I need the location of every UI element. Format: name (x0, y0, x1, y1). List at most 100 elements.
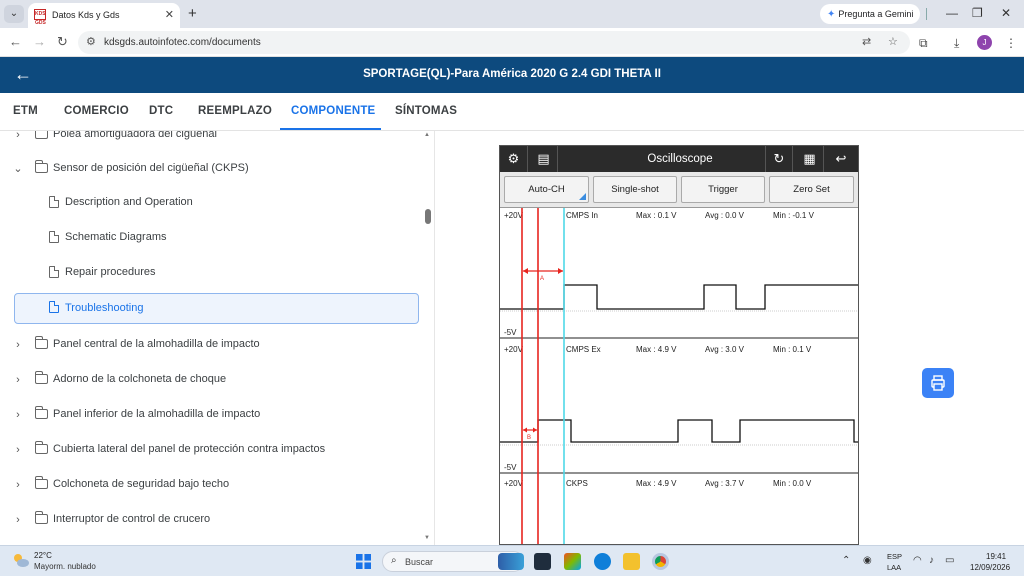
component-tree: › Polea amortiguadora del cigüeñal ⌄ Sen… (0, 131, 434, 545)
ch1-bottom-label: -5V (504, 328, 517, 337)
refresh-icon: ↻ (765, 146, 793, 172)
tree-scrollbar-thumb[interactable] (425, 209, 431, 224)
ch3-avg: Avg : 3.7 V (705, 479, 745, 488)
tree-item-label: Colchoneta de seguridad bajo techo (53, 478, 230, 490)
download-icon[interactable]: ⤓ (954, 35, 959, 51)
edge-icon[interactable] (594, 553, 611, 570)
ch2-waveform (500, 419, 858, 443)
tree-item-label: Troubleshooting (65, 302, 144, 314)
windows-start-icon[interactable] (356, 554, 371, 569)
oscilloscope-button-row: Auto-CH Single-shot Trigger Zero Set (500, 172, 858, 208)
wifi-icon[interactable]: ◠ (913, 555, 922, 567)
channel-3-panel: +20V CKPS Max : 4.9 V Avg : 3.7 V Min : … (504, 479, 812, 488)
tab-componente[interactable]: COMPONENTE (291, 105, 375, 117)
close-window-icon[interactable]: ✕ (1001, 5, 1011, 21)
minimize-icon[interactable]: — (946, 5, 958, 21)
gear-icon: ⚙ (500, 146, 528, 172)
search-icon: ⌕ (391, 555, 397, 566)
clock-time[interactable]: 19:41 (986, 552, 1006, 561)
folder-icon (34, 160, 48, 173)
url-text[interactable]: kdsgds.autoinfotec.com/documents (104, 37, 261, 48)
chevron-up-icon[interactable]: ⌃ (842, 555, 850, 567)
scroll-down-arrow-icon[interactable]: ▼ (424, 535, 430, 541)
restore-icon[interactable]: ❐ (972, 5, 983, 21)
tree-item[interactable]: › Adorno de la colchoneta de choque (0, 365, 430, 395)
folder-icon (34, 406, 48, 419)
partly-cloudy-icon (14, 554, 29, 567)
tree-item[interactable]: › Cubierta lateral del panel de protecci… (0, 435, 430, 465)
volume-icon[interactable]: ♪ (929, 555, 934, 567)
search-highlight-icon[interactable] (498, 553, 524, 570)
trigger-button: Trigger (681, 176, 765, 203)
taskbar-search-placeholder: Buscar (405, 557, 434, 567)
gemini-button[interactable]: ✦ Pregunta a Gemini (820, 4, 921, 24)
extensions-icon[interactable]: ⧉ (919, 35, 928, 51)
print-button[interactable] (922, 368, 954, 398)
tab-etm[interactable]: ETM (13, 105, 38, 117)
tree-item-label: Panel inferior de la almohadilla de impa… (53, 408, 261, 420)
weather-condition: Mayorm. nublado (34, 562, 96, 571)
browser-tab[interactable]: KDS GDS Datos Kds y Gds ✕ (28, 3, 180, 28)
copilot-icon[interactable] (564, 553, 581, 570)
auto-ch-button: Auto-CH (504, 176, 589, 203)
oscilloscope-figure: ⚙ ▤ Oscilloscope ↻ ▦ ↩ Auto-CH Single-sh… (499, 145, 859, 545)
tree-item[interactable]: › Colchoneta de seguridad bajo techo (0, 470, 430, 500)
menu-dots-icon[interactable]: ⋮ (1005, 35, 1017, 51)
chevron-right-icon[interactable]: › (12, 408, 24, 422)
tab-reemplazo[interactable]: REEMPLAZO (198, 105, 272, 117)
chevron-right-icon[interactable]: › (12, 373, 24, 387)
chevron-down-icon[interactable]: ⌄ (12, 162, 24, 176)
tree-item[interactable]: › Interruptor de control de crucero (0, 505, 430, 535)
gemini-spark-icon: ✦ (827, 9, 836, 20)
chevron-right-icon[interactable]: › (12, 338, 24, 352)
site-info-icon[interactable]: ⚙ (86, 35, 96, 48)
clock-date[interactable]: 12/09/2026 (970, 563, 1010, 572)
tree-item[interactable]: › Polea amortiguadora del cigüeñal (0, 131, 430, 150)
tree-item-selected[interactable]: Troubleshooting (0, 292, 430, 324)
ch2-name: CMPS Ex (566, 345, 601, 354)
forward-icon[interactable]: → (33, 34, 46, 50)
tree-item[interactable]: ⌄ Sensor de posición del cigüeñal (CKPS) (0, 154, 430, 184)
omnibox[interactable]: ⚙ kdsgds.autoinfotec.com/documents ⇄ ☆ (78, 31, 910, 54)
marker-a-label: A (540, 276, 544, 282)
tree-item-label: Repair procedures (65, 266, 156, 278)
reload-icon[interactable]: ↻ (57, 34, 68, 50)
chevron-right-icon[interactable]: › (12, 131, 24, 142)
chrome-icon[interactable] (652, 553, 669, 570)
document-icon (49, 300, 60, 313)
close-tab-icon[interactable]: ✕ (165, 8, 174, 22)
ch2-min: Min : 0.1 V (773, 345, 812, 354)
tree-item-label: Description and Operation (65, 196, 193, 208)
new-tab-icon[interactable]: + (188, 5, 197, 23)
tree-item-label: Schematic Diagrams (65, 231, 167, 243)
battery-icon[interactable]: ▭ (945, 555, 954, 567)
active-tab-indicator (280, 128, 381, 130)
tree-item[interactable]: Description and Operation (0, 188, 430, 218)
ch2-avg: Avg : 3.0 V (705, 345, 745, 354)
tree-item[interactable]: Schematic Diagrams (0, 223, 430, 253)
translate-icon[interactable]: ⇄ (862, 35, 871, 48)
chevron-right-icon[interactable]: › (12, 478, 24, 492)
language-code[interactable]: ESP (887, 552, 902, 561)
file-explorer-icon[interactable] (623, 553, 640, 570)
task-view-icon[interactable] (534, 553, 551, 570)
tab-sintomas[interactable]: SÍNTOMAS (395, 105, 457, 117)
keyboard-layout[interactable]: LAA (887, 563, 901, 572)
tree-item[interactable]: Repair procedures (0, 258, 430, 288)
oscilloscope-plot: +20V CMPS In Max : 0.1 V Avg : 0.0 V Min… (500, 208, 858, 544)
folder-icon (34, 371, 48, 384)
chevron-right-icon[interactable]: › (12, 513, 24, 527)
tab-dtc[interactable]: DTC (149, 105, 173, 117)
network-status-icon[interactable]: ◉ (863, 555, 872, 567)
browser-tab-strip: ⌄ KDS GDS Datos Kds y Gds ✕ + ✦ Pregunta … (0, 0, 1024, 28)
back-icon[interactable]: ← (9, 34, 22, 50)
bookmark-star-icon[interactable]: ☆ (888, 35, 898, 48)
tree-item[interactable]: › Panel central de la almohadilla de imp… (0, 330, 430, 360)
chevron-right-icon[interactable]: › (12, 443, 24, 457)
tab-search-button[interactable]: ⌄ (4, 5, 24, 23)
tab-comercio[interactable]: COMERCIO (64, 105, 129, 117)
tree-item[interactable]: › Panel inferior de la almohadilla de im… (0, 400, 430, 430)
profile-avatar[interactable]: J (977, 35, 992, 50)
ch2-max: Max : 4.9 V (636, 345, 677, 354)
scroll-up-arrow-icon[interactable]: ▲ (424, 132, 430, 138)
